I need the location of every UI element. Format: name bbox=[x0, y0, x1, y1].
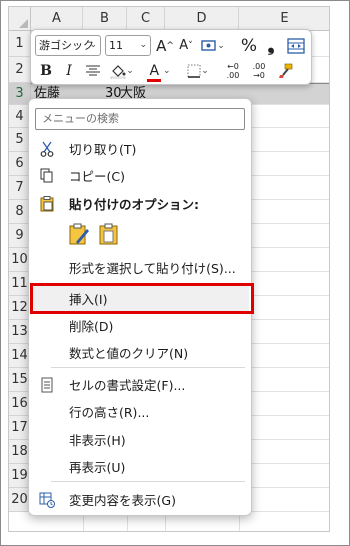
chevron-down-icon: ⌄ bbox=[201, 65, 209, 76]
menu-search-input[interactable]: メニューの検索 bbox=[35, 108, 245, 130]
merge-cells-icon bbox=[287, 37, 305, 54]
clipboard-icon bbox=[39, 195, 55, 212]
increase-decimal-button[interactable]: ←0.00 bbox=[221, 60, 245, 81]
menu-item-cut-label: 切り取り(T) bbox=[69, 142, 137, 157]
decimal-digits-label: .00 bbox=[226, 70, 240, 80]
paint-bucket-icon bbox=[110, 64, 126, 79]
menu-item-format-cells-label: セルの書式設定(F)... bbox=[69, 378, 186, 393]
font-size-value: 11 bbox=[109, 39, 123, 52]
copy-icon bbox=[39, 168, 55, 184]
paste-with-formatting-icon bbox=[69, 223, 89, 245]
bold-button[interactable]: B bbox=[36, 60, 56, 81]
paste-keep-format-button[interactable] bbox=[67, 222, 91, 246]
shrink-font-button[interactable]: A ˅ bbox=[177, 35, 195, 56]
grow-font-button[interactable]: A ^ bbox=[155, 35, 175, 56]
menu-item-unhide-label: 再表示(U) bbox=[69, 460, 126, 475]
column-header-d[interactable]: D bbox=[165, 7, 239, 31]
menu-item-copy-label: コピー(C) bbox=[69, 169, 125, 184]
align-center-icon bbox=[86, 65, 100, 75]
increase-decimal-icon: ←0 bbox=[227, 61, 239, 71]
menu-item-delete-label: 削除(D) bbox=[69, 319, 114, 334]
chevron-down-icon: ⌄ bbox=[89, 40, 97, 50]
menu-separator bbox=[51, 367, 245, 368]
menu-item-hide[interactable]: 非表示(H) bbox=[31, 426, 249, 453]
decrease-decimal-icon: →0 bbox=[253, 70, 265, 80]
chevron-down-icon: ⌄ bbox=[139, 40, 147, 50]
font-color-letter: A bbox=[149, 62, 160, 79]
accounting-icon bbox=[201, 39, 216, 51]
decimal-digits-label: .00 bbox=[252, 61, 266, 71]
column-header-b[interactable]: B bbox=[83, 7, 127, 31]
scissors-icon bbox=[39, 141, 55, 157]
menu-item-delete[interactable]: 削除(D) bbox=[31, 312, 249, 339]
accounting-format-button[interactable]: ⌄ bbox=[199, 35, 227, 56]
font-color-icon: A bbox=[147, 62, 162, 82]
chevron-down-icon: ⌄ bbox=[217, 40, 225, 51]
decrease-decimal-button[interactable]: .00 →0 bbox=[247, 60, 271, 81]
font-size-select[interactable]: 11 ⌄ bbox=[105, 35, 151, 56]
italic-button[interactable]: I bbox=[59, 60, 79, 81]
fill-color-button[interactable]: ⌄ bbox=[107, 60, 137, 81]
paste-button[interactable] bbox=[97, 222, 121, 246]
column-header-e[interactable]: E bbox=[239, 7, 329, 31]
menu-item-row-height[interactable]: 行の高さ(R)... bbox=[31, 398, 249, 425]
menu-item-cut[interactable]: 切り取り(T) bbox=[31, 135, 249, 162]
merge-center-button[interactable] bbox=[285, 35, 307, 56]
menu-item-paste-special[interactable]: 形式を選択して貼り付け(S)... bbox=[31, 254, 249, 281]
menu-item-copy[interactable]: コピー(C) bbox=[31, 162, 249, 189]
font-name-select[interactable]: 游ゴシック ⌄ bbox=[35, 35, 101, 56]
menu-separator bbox=[51, 481, 245, 482]
format-painter-icon bbox=[279, 63, 293, 78]
align-center-button[interactable] bbox=[83, 60, 103, 81]
percent-style-button[interactable]: % bbox=[239, 35, 259, 56]
borders-button[interactable]: ⌄ bbox=[183, 60, 213, 81]
borders-icon bbox=[187, 64, 201, 78]
menu-item-clear-contents[interactable]: 数式と値のクリア(N) bbox=[31, 339, 249, 366]
chevron-down-icon: ⌄ bbox=[126, 65, 134, 76]
menu-item-paste-special-label: 形式を選択して貼り付け(S)... bbox=[69, 261, 236, 276]
paste-icon bbox=[99, 223, 118, 245]
format-painter-button[interactable] bbox=[275, 60, 297, 81]
menu-item-hide-label: 非表示(H) bbox=[69, 433, 126, 448]
menu-item-unhide[interactable]: 再表示(U) bbox=[31, 453, 249, 480]
menu-item-paste-options-header: 貼り付けのオプション: bbox=[31, 190, 249, 217]
menu-item-show-changes[interactable]: 変更内容を表示(G) bbox=[31, 486, 249, 513]
column-header-c[interactable]: C bbox=[127, 7, 165, 31]
insert-highlight-box bbox=[30, 283, 254, 314]
chevron-down-icon: ⌄ bbox=[163, 65, 171, 76]
menu-item-clear-contents-label: 数式と値のクリア(N) bbox=[69, 346, 189, 361]
font-color-button[interactable]: A ⌄ bbox=[145, 60, 175, 82]
row-header-1[interactable]: 1 bbox=[9, 31, 31, 57]
row-header-2[interactable]: 2 bbox=[9, 57, 31, 83]
select-all-corner[interactable] bbox=[9, 7, 31, 31]
menu-item-row-height-label: 行の高さ(R)... bbox=[69, 405, 150, 420]
show-changes-icon bbox=[39, 492, 55, 508]
comma-style-button[interactable]: ❟ bbox=[263, 35, 279, 56]
format-cells-icon bbox=[39, 377, 55, 393]
menu-item-format-cells[interactable]: セルの書式設定(F)... bbox=[31, 371, 249, 398]
menu-item-show-changes-label: 変更内容を表示(G) bbox=[69, 493, 176, 508]
column-header-a[interactable]: A bbox=[31, 7, 83, 31]
mini-toolbar: 游ゴシック ⌄ 11 ⌄ A ^ A ˅ ⌄ % ❟ B I ⌄ A ⌄ ⌄ ←0.… bbox=[30, 29, 312, 85]
paste-options-label: 貼り付けのオプション: bbox=[69, 197, 199, 212]
font-name-value: 游ゴシック bbox=[39, 39, 94, 52]
